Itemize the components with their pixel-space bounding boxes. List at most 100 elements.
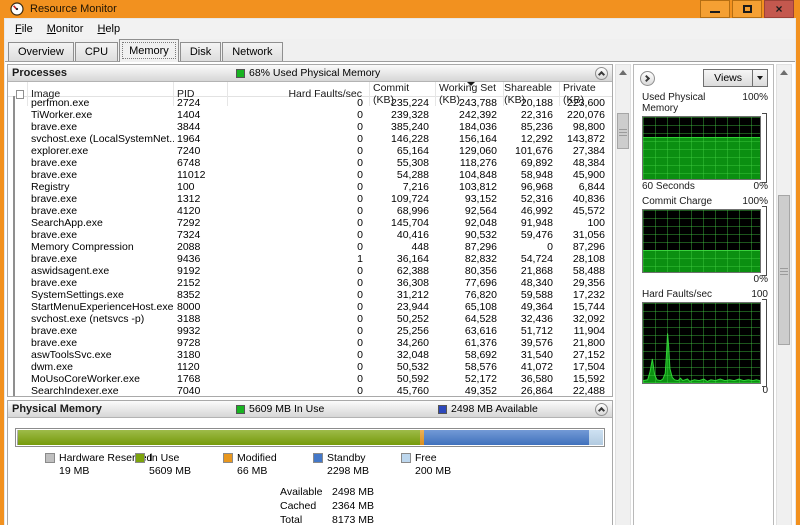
left-scrollbar[interactable]: [615, 64, 631, 525]
scroll-up-button[interactable]: [616, 65, 630, 80]
cell-shareable: 96,968: [504, 181, 560, 193]
cell-image: brave.exe: [28, 193, 174, 205]
table-row[interactable]: aswidsagent.exe 9192 0 62,388 80,356 21,…: [8, 265, 612, 277]
cell-shareable: 52,316: [504, 193, 560, 205]
graph-bracket: [762, 206, 767, 276]
cell-working-set: 76,820: [436, 289, 504, 301]
column-header-pid[interactable]: PID: [174, 82, 228, 106]
table-row[interactable]: brave.exe 1312 0 109,724 93,152 52,316 4…: [8, 193, 612, 205]
menu-help[interactable]: Help: [91, 21, 126, 37]
table-row[interactable]: brave.exe 9932 0 25,256 63,616 51,712 11…: [8, 325, 612, 337]
tab-memory[interactable]: Memory: [119, 39, 179, 62]
stat-value: 8173 MB: [332, 514, 390, 525]
close-button[interactable]: ×: [764, 0, 794, 18]
memory-graph: Commit Charge100% 0%: [634, 196, 773, 286]
table-row[interactable]: brave.exe 2152 0 36,308 77,696 48,340 29…: [8, 277, 612, 289]
tab-disk[interactable]: Disk: [180, 42, 221, 61]
tab-cpu[interactable]: CPU: [75, 42, 118, 61]
column-header-image[interactable]: Image: [28, 82, 174, 106]
cell-pid: 1964: [174, 133, 228, 145]
cell-commit: 31,212: [370, 289, 436, 301]
table-row[interactable]: explorer.exe 7240 0 65,164 129,060 101,6…: [8, 145, 612, 157]
table-row[interactable]: Registry 100 0 7,216 103,812 96,968 6,84…: [8, 181, 612, 193]
graph-grid: [643, 210, 760, 272]
table-row[interactable]: brave.exe 9436 1 36,164 82,832 54,724 28…: [8, 253, 612, 265]
table-row[interactable]: MoUsoCoreWorker.exe 1768 0 50,592 52,172…: [8, 373, 612, 385]
table-row[interactable]: SearchApp.exe 7292 0 145,704 92,048 91,9…: [8, 217, 612, 229]
tab-overview[interactable]: Overview: [8, 42, 74, 61]
menu-file[interactable]: File: [9, 21, 39, 37]
cell-working-set: 118,276: [436, 157, 504, 169]
expand-pane-button[interactable]: [640, 71, 655, 86]
cell-commit: 32,048: [370, 349, 436, 361]
processes-table: Image PID Hard Faults/sec Commit (KB) Wo…: [8, 82, 612, 396]
table-row[interactable]: aswToolsSvc.exe 3180 0 32,048 58,692 31,…: [8, 349, 612, 361]
sort-descending-icon: [467, 82, 475, 86]
cell-hard-faults: 0: [228, 241, 370, 253]
cell-pid: 2088: [174, 241, 228, 253]
cell-pid: 3180: [174, 349, 228, 361]
triangle-down-icon: [757, 76, 763, 80]
memory-legend: Hardware Reserved 19 MB In Use 5609 MB M…: [8, 452, 612, 479]
row-checkbox[interactable]: [13, 384, 15, 396]
cell-commit: 45,760: [370, 385, 436, 396]
cell-image: MoUsoCoreWorker.exe: [28, 373, 174, 385]
green-square-icon: [236, 69, 245, 78]
table-row[interactable]: brave.exe 6748 0 55,308 118,276 69,892 4…: [8, 157, 612, 169]
minimize-button[interactable]: [700, 0, 730, 18]
cell-shareable: 54,724: [504, 253, 560, 265]
table-row[interactable]: svchost.exe (LocalSystemNet... 1964 0 14…: [8, 133, 612, 145]
column-header-private[interactable]: Private (KB): [560, 82, 612, 106]
cell-pid: 9932: [174, 325, 228, 337]
table-row[interactable]: brave.exe 9728 0 34,260 61,376 39,576 21…: [8, 337, 612, 349]
cell-private: 143,872: [560, 133, 612, 145]
column-header-shareable[interactable]: Shareable (KB): [504, 82, 560, 106]
legend-value: 200 MB: [415, 465, 451, 477]
scrollbar-thumb[interactable]: [778, 195, 790, 345]
cell-shareable: 41,072: [504, 361, 560, 373]
cell-working-set: 93,152: [436, 193, 504, 205]
cell-image: TiWorker.exe: [28, 109, 174, 121]
table-row[interactable]: SystemSettings.exe 8352 0 31,212 76,820 …: [8, 289, 612, 301]
cell-pid: 4120: [174, 205, 228, 217]
cell-commit: 145,704: [370, 217, 436, 229]
cell-working-set: 58,576: [436, 361, 504, 373]
table-row[interactable]: brave.exe 11012 0 54,288 104,848 58,948 …: [8, 169, 612, 181]
window-title: Resource Monitor: [30, 3, 700, 15]
views-dropdown-arrow[interactable]: [752, 70, 767, 86]
collapse-processes-button[interactable]: [595, 67, 608, 80]
table-row[interactable]: StartMenuExperienceHost.exe 8000 0 23,94…: [8, 301, 612, 313]
table-row[interactable]: Memory Compression 2088 0 448 87,296 0 8…: [8, 241, 612, 253]
cell-hard-faults: 0: [228, 373, 370, 385]
select-all-checkbox[interactable]: [8, 82, 28, 106]
table-row[interactable]: svchost.exe (netsvcs -p) 3188 0 50,252 6…: [8, 313, 612, 325]
views-button[interactable]: Views: [703, 69, 768, 87]
tab-network[interactable]: Network: [222, 42, 282, 61]
used-memory-status: 68% Used Physical Memory: [236, 67, 380, 79]
scrollbar-thumb[interactable]: [617, 113, 629, 149]
cell-hard-faults: 0: [228, 289, 370, 301]
column-header-working-set[interactable]: Working Set (KB): [436, 82, 504, 106]
table-row[interactable]: brave.exe 3844 0 385,240 184,036 85,236 …: [8, 121, 612, 133]
cell-private: 48,384: [560, 157, 612, 169]
table-row[interactable]: brave.exe 7324 0 40,416 90,532 59,476 31…: [8, 229, 612, 241]
right-scrollbar[interactable]: [776, 64, 792, 525]
cell-hard-faults: 0: [228, 109, 370, 121]
column-header-hard-faults[interactable]: Hard Faults/sec: [228, 82, 370, 106]
table-row[interactable]: dwm.exe 1120 0 50,532 58,576 41,072 17,5…: [8, 361, 612, 373]
menu-monitor[interactable]: Monitor: [41, 21, 90, 37]
collapse-physical-memory-button[interactable]: [595, 403, 608, 416]
menu-bar: File Monitor Help: [5, 19, 795, 39]
table-row[interactable]: TiWorker.exe 1404 0 239,328 242,392 22,3…: [8, 109, 612, 121]
table-row[interactable]: SearchIndexer.exe 7040 0 45,760 49,352 2…: [8, 385, 612, 396]
cell-shareable: 91,948: [504, 217, 560, 229]
table-body: perfmon.exe 2724 0 235,224 243,788 20,18…: [8, 97, 612, 396]
cell-image: SearchApp.exe: [28, 217, 174, 229]
cell-pid: 3188: [174, 313, 228, 325]
cell-hard-faults: 0: [228, 277, 370, 289]
table-row[interactable]: brave.exe 4120 0 68,996 92,564 46,992 45…: [8, 205, 612, 217]
legend-label: In Use: [149, 452, 179, 464]
scroll-up-button[interactable]: [777, 65, 791, 80]
maximize-button[interactable]: [732, 0, 762, 18]
column-header-commit[interactable]: Commit (KB): [370, 82, 436, 106]
